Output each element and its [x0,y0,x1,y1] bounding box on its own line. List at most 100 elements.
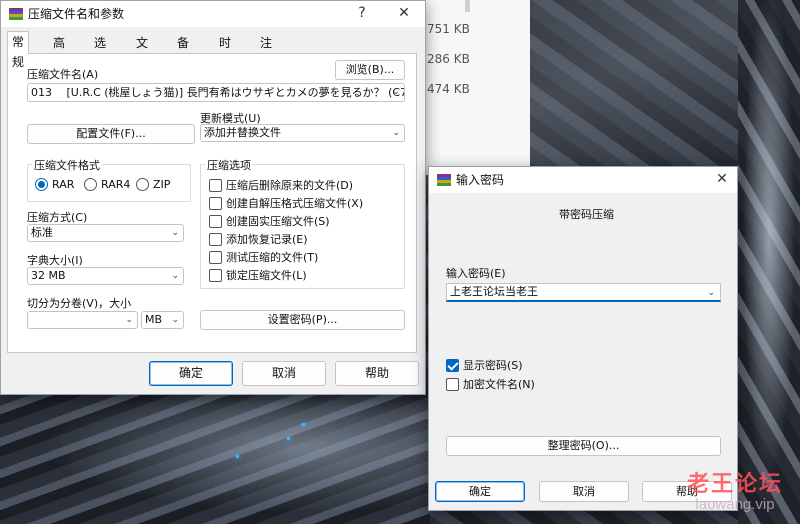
format-rar4-radio[interactable]: RAR4 [84,176,130,192]
password-input-value: 上老王论坛当老王 [450,285,538,298]
update-mode-value: 添加并替换文件 [204,126,281,139]
tab-comment[interactable]: 注释 [256,33,276,70]
archive-options-dialog: 压缩文件名和参数 ? ✕ 常规 高级 选项 文件 备份 时间 注释 压缩文件名(… [0,0,426,395]
browse-button[interactable]: 浏览(B)... [335,60,405,80]
file-size-cell: 286 KB [427,52,470,66]
chevron-down-icon: ⌄ [125,315,133,325]
dictionary-size-select[interactable]: 32 MB ⌄ [27,267,184,285]
archive-name-field[interactable]: 013 [U.R.C (桃屋しょう猫)] 長門有希はウサギとカメの夢を見るか？ … [27,83,405,102]
checkbox-indicator [209,196,222,210]
checkbox-indicator [209,232,222,246]
encrypt-filenames-label: 加密文件名(N) [463,378,535,391]
option-label: 创建自解压格式压缩文件(X) [226,197,364,210]
close-button[interactable]: ✕ [391,2,417,24]
dictionary-size-label: 字典大小(I) [27,254,83,267]
organize-passwords-button[interactable]: 整理密码(O)... [446,436,721,456]
format-rar-label: RAR [52,177,75,191]
archive-name-label: 压缩文件名(A) [27,68,99,81]
wallpaper-light [236,455,239,458]
encrypt-filenames-checkbox[interactable]: 加密文件名(N) [446,376,535,392]
title-bar: 压缩文件名和参数 ? ✕ [1,1,425,27]
file-explorer-window: 751 KB 286 KB 474 KB [420,0,530,175]
checkbox-indicator [209,178,222,192]
dictionary-size-value: 32 MB [31,269,66,282]
checkbox-indicator [446,358,459,372]
option-solid-checkbox[interactable]: 创建固实压缩文件(S) [209,213,330,229]
checkbox-indicator [209,214,222,228]
chevron-down-icon: ⌄ [392,128,400,138]
format-zip-label: ZIP [153,177,171,191]
cancel-button[interactable]: 取消 [242,361,326,386]
archive-options-title: 压缩选项 [205,157,253,173]
password-label: 输入密码(E) [446,267,506,280]
winrar-icon [436,172,452,188]
general-tab-panel: 压缩文件名(A) 浏览(B)... 013 [U.R.C (桃屋しょう猫)] 長… [7,53,417,353]
password-window-title: 输入密码 [456,173,505,187]
wallpaper-light [302,423,305,426]
password-ok-button[interactable]: 确定 [435,481,525,502]
watermark-title: 老王论坛 [686,471,783,497]
tab-time[interactable]: 时间 [215,33,235,70]
tab-general[interactable]: 常规 [7,31,30,69]
format-rar-radio[interactable]: RAR [35,176,74,192]
wallpaper-right-strip [738,0,800,524]
set-password-button[interactable]: 设置密码(P)... [200,310,405,330]
option-lock-checkbox[interactable]: 锁定压缩文件(L) [209,267,307,283]
password-input[interactable]: 上老王论坛当老王 ⌄ [446,283,721,302]
password-dialog: 输入密码 ✕ 带密码压缩 输入密码(E) 上老王论坛当老王 ⌄ 显示密码(S) … [428,166,738,511]
split-size-input[interactable]: ⌄ [27,311,138,329]
help-button[interactable]: 帮助 [335,361,419,386]
update-mode-select[interactable]: 添加并替换文件 ⌄ [200,124,405,142]
close-button[interactable]: ✕ [709,168,735,190]
winrar-icon [8,6,24,22]
archive-format-group: 压缩文件格式 RAR RAR4 ZIP [27,157,191,202]
radio-indicator [84,177,97,191]
option-delete-after-checkbox[interactable]: 压缩后删除原来的文件(D) [209,177,353,193]
site-watermark: 老王论坛 laowang.vip [676,466,794,522]
split-unit-select[interactable]: MB ⌄ [141,311,184,329]
window-title: 压缩文件名和参数 [28,7,125,21]
format-zip-radio[interactable]: ZIP [136,176,170,192]
password-title-bar: 输入密码 ✕ [429,167,737,193]
file-size-cell: 474 KB [427,82,470,96]
radio-indicator [35,177,48,191]
help-title-button[interactable]: ? [349,2,375,24]
explorer-scrollbar[interactable] [465,0,470,12]
watermark-url: laowang.vip [695,496,775,513]
archive-options-group: 压缩选项 压缩后删除原来的文件(D) 创建自解压格式压缩文件(X) 创建固实压缩… [200,157,405,289]
chevron-down-icon: ⌄ [171,271,179,281]
password-dialog-body: 带密码压缩 输入密码(E) 上老王论坛当老王 ⌄ 显示密码(S) 加密文件名(N… [429,193,737,483]
tab-backup[interactable]: 备份 [173,33,193,70]
option-sfx-checkbox[interactable]: 创建自解压格式压缩文件(X) [209,195,363,211]
chevron-down-icon: ⌄ [171,315,179,325]
compression-method-label: 压缩方式(C) [27,211,88,224]
checkbox-indicator [446,377,459,391]
tab-files[interactable]: 文件 [132,33,152,70]
compression-method-select[interactable]: 标准 ⌄ [27,224,184,242]
password-heading: 带密码压缩 [559,208,614,221]
option-test-checkbox[interactable]: 测试压缩的文件(T) [209,249,318,265]
tab-options[interactable]: 选项 [90,33,110,70]
wallpaper-light [287,437,290,440]
tab-advanced[interactable]: 高级 [49,33,69,70]
archive-name-value: 013 [U.R.C (桃屋しょう猫)] 長門有希はウサギとカメの夢を見るか？ … [31,86,405,99]
wallpaper-lower-left [0,395,430,524]
password-cancel-button[interactable]: 取消 [539,481,629,502]
compression-method-value: 标准 [31,226,53,239]
checkbox-indicator [209,250,222,264]
show-password-label: 显示密码(S) [463,359,523,372]
chevron-down-icon: ⌄ [171,228,179,238]
profiles-button[interactable]: 配置文件(F)... [27,124,195,144]
ok-button[interactable]: 确定 [149,361,233,386]
option-label: 压缩后删除原来的文件(D) [226,179,354,192]
chevron-down-icon: ⌄ [392,87,400,97]
option-recovery-checkbox[interactable]: 添加恢复记录(E) [209,231,308,247]
option-label: 锁定压缩文件(L) [226,269,307,282]
option-label: 创建固实压缩文件(S) [226,215,330,228]
checkbox-indicator [209,268,222,282]
archive-format-title: 压缩文件格式 [32,157,102,173]
option-label: 测试压缩的文件(T) [226,251,319,264]
radio-indicator [136,177,149,191]
file-size-cell: 751 KB [427,22,470,36]
show-password-checkbox[interactable]: 显示密码(S) [446,357,523,373]
